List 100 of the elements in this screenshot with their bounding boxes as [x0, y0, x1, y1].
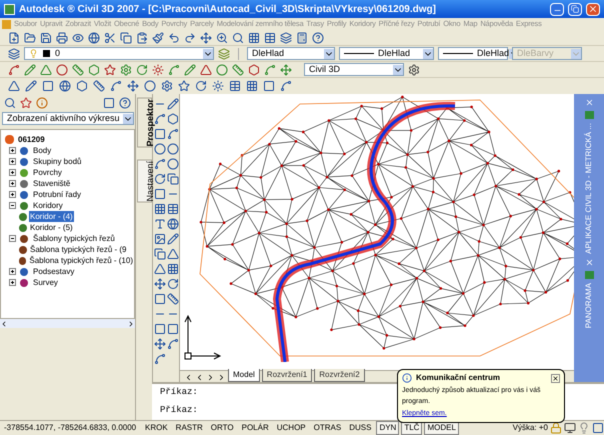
- move-icon[interactable]: [154, 338, 166, 350]
- info-icon[interactable]: [36, 97, 48, 109]
- image-icon[interactable]: [154, 233, 166, 245]
- dropdown-field[interactable]: Civil 3D: [304, 63, 404, 76]
- collapse-icon[interactable]: [9, 235, 16, 242]
- preview-icon[interactable]: [72, 32, 84, 44]
- search-icon[interactable]: [4, 97, 16, 109]
- expand-icon[interactable]: [9, 279, 16, 286]
- layers-icon[interactable]: [8, 48, 20, 60]
- globe-icon[interactable]: [59, 80, 71, 92]
- dropdown-field[interactable]: Zobrazení aktivního výkresu: [2, 112, 134, 125]
- settings-icon[interactable]: [161, 80, 173, 92]
- tree-item[interactable]: Potrubní řady: [32, 189, 82, 200]
- tree-item[interactable]: Skupiny bodů: [32, 156, 82, 167]
- status-toggle[interactable]: ORTO: [208, 421, 237, 435]
- circle-icon[interactable]: [56, 64, 68, 76]
- window-icon[interactable]: [103, 97, 115, 109]
- expand-icon[interactable]: [9, 191, 16, 198]
- brush-icon[interactable]: [152, 32, 164, 44]
- tree-item[interactable]: Koridor - (4): [29, 211, 74, 222]
- ruler-icon[interactable]: [166, 293, 178, 305]
- dropdown-field[interactable]: DleHlad: [247, 47, 335, 60]
- table-icon[interactable]: [166, 203, 178, 215]
- close-icon[interactable]: [551, 374, 560, 382]
- rectangle-icon[interactable]: [154, 188, 166, 200]
- layers-icon[interactable]: [280, 32, 292, 44]
- curve-icon[interactable]: [264, 64, 276, 76]
- tree-item[interactable]: Koridor - (5): [29, 222, 74, 233]
- layout-tab[interactable]: Model: [228, 369, 260, 382]
- move-icon[interactable]: [154, 278, 166, 290]
- cut-icon[interactable]: [104, 32, 116, 44]
- status-toggle[interactable]: OTRAS: [310, 421, 344, 435]
- tree-item[interactable]: Šablony typických řezů: [32, 233, 116, 244]
- scroll-left-icon[interactable]: [0, 320, 8, 328]
- hexagon-icon[interactable]: [248, 64, 260, 76]
- star-icon[interactable]: [178, 80, 190, 92]
- sun-icon[interactable]: [212, 80, 224, 92]
- globe-icon[interactable]: [88, 32, 100, 44]
- sun-icon[interactable]: [152, 64, 164, 76]
- folder-icon[interactable]: [24, 32, 36, 44]
- monitor-icon[interactable]: [564, 422, 576, 434]
- collapse-icon[interactable]: [9, 202, 16, 209]
- pan-icon[interactable]: [200, 32, 212, 44]
- help-icon[interactable]: [119, 97, 131, 109]
- status-toggle[interactable]: RASTR: [172, 421, 206, 435]
- pencil-icon[interactable]: [166, 98, 178, 110]
- triangle-icon[interactable]: [200, 64, 212, 76]
- grid-icon[interactable]: [154, 203, 166, 215]
- curve-icon[interactable]: [154, 353, 166, 365]
- circle-icon[interactable]: [216, 64, 228, 76]
- status-toggle[interactable]: UCHOP: [274, 421, 309, 435]
- close-button[interactable]: [586, 2, 600, 16]
- rectangle-icon[interactable]: [154, 128, 166, 140]
- vertical-tab[interactable]: Nastavení: [136, 160, 152, 202]
- settings-icon[interactable]: [408, 64, 420, 76]
- grid-icon[interactable]: [246, 80, 258, 92]
- pencil-icon[interactable]: [25, 80, 37, 92]
- expand-icon[interactable]: [9, 180, 16, 187]
- help-icon[interactable]: [312, 32, 324, 44]
- pencil-icon[interactable]: [184, 64, 196, 76]
- rotate-icon[interactable]: [136, 64, 148, 76]
- table-icon[interactable]: [264, 32, 276, 44]
- redo-icon[interactable]: [184, 32, 196, 44]
- printer-icon[interactable]: [56, 32, 68, 44]
- layout-tab[interactable]: Rozvržení2: [314, 369, 365, 382]
- search-icon[interactable]: [232, 32, 244, 44]
- undo-icon[interactable]: [168, 32, 180, 44]
- status-toggle[interactable]: DYN: [376, 421, 400, 435]
- previous-tab-icon[interactable]: [195, 373, 204, 382]
- globe-icon[interactable]: [166, 218, 178, 230]
- rotate-icon[interactable]: [195, 80, 207, 92]
- layout-tab[interactable]: Rozvržení1: [262, 369, 312, 382]
- square-icon[interactable]: [42, 80, 54, 92]
- tree-root[interactable]: 061209: [18, 134, 45, 145]
- dropdown-field[interactable]: DleHlad: [339, 47, 434, 60]
- curve-icon[interactable]: [110, 80, 122, 92]
- curve-icon[interactable]: [154, 113, 166, 125]
- pencil-icon[interactable]: [24, 64, 36, 76]
- pencil-icon[interactable]: [166, 233, 178, 245]
- copy-icon[interactable]: [166, 173, 178, 185]
- expand-icon[interactable]: [9, 158, 16, 165]
- expand-icon[interactable]: [9, 147, 16, 154]
- curve-icon[interactable]: [166, 338, 178, 350]
- scrollbar[interactable]: [0, 319, 135, 328]
- copy-icon[interactable]: [120, 32, 132, 44]
- table-icon[interactable]: [229, 80, 241, 92]
- new-file-icon[interactable]: [8, 32, 20, 44]
- curve-icon[interactable]: [168, 64, 180, 76]
- curve-icon[interactable]: [8, 64, 20, 76]
- status-toggle[interactable]: POLÁR: [238, 421, 272, 435]
- scroll-right-icon[interactable]: [127, 320, 135, 328]
- rectangle-icon[interactable]: [154, 323, 166, 335]
- next-tab-icon[interactable]: [206, 373, 215, 382]
- curve-icon[interactable]: [154, 158, 166, 170]
- move-icon[interactable]: [280, 64, 292, 76]
- tree-item[interactable]: Koridory: [32, 200, 64, 211]
- save-icon[interactable]: [40, 32, 52, 44]
- circle-icon[interactable]: [144, 80, 156, 92]
- minimize-button[interactable]: [550, 2, 564, 16]
- circle-icon[interactable]: [166, 158, 178, 170]
